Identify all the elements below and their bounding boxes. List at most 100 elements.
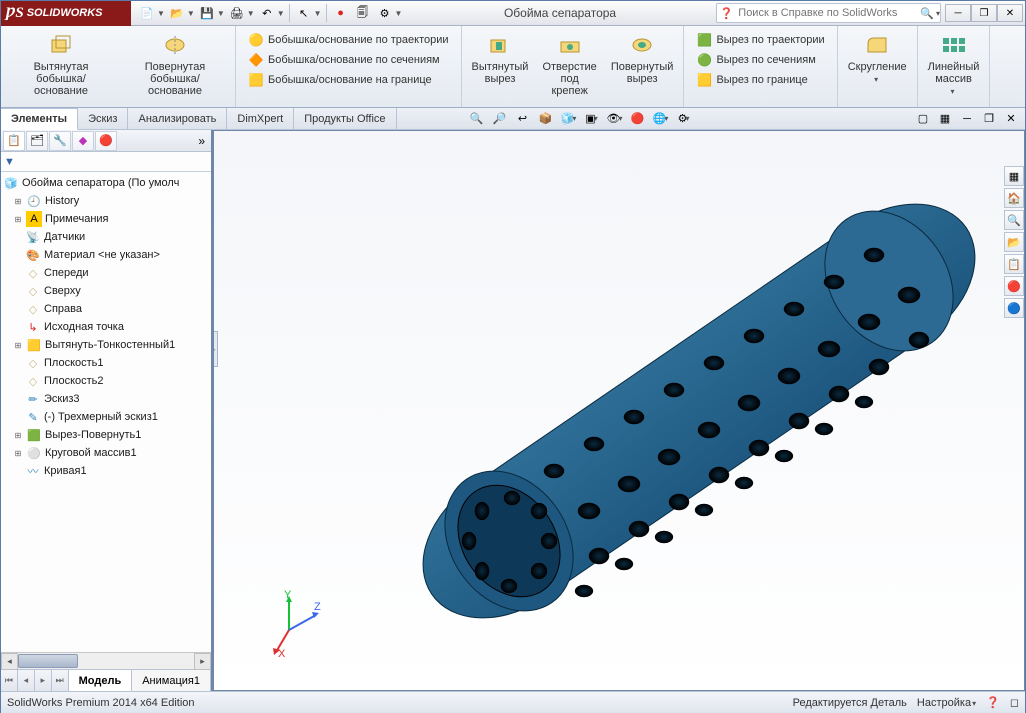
tab-office[interactable]: Продукты Office [294, 108, 396, 129]
panel-hscrollbar[interactable]: ◂ ▸ [1, 652, 211, 669]
tree-curve1[interactable]: 〰Кривая1 [1, 462, 211, 480]
taskpane-forum-button[interactable]: 🔵 [1004, 298, 1024, 318]
swept-cut-button[interactable]: 🟩Вырез по траектории [694, 31, 826, 49]
dropdown-icon[interactable]: ▼ [187, 9, 195, 18]
multi-view-button[interactable]: ▦ [935, 110, 955, 128]
linear-pattern-button[interactable]: Линейный массив ▾ [924, 29, 984, 98]
tree-sensors[interactable]: 📡Датчики [1, 228, 211, 246]
tree-3dsketch[interactable]: ✎(-) Трехмерный эскиз1 [1, 408, 211, 426]
search-input[interactable] [736, 5, 916, 21]
tab-nav-last[interactable]: ⏭ [52, 670, 69, 691]
boundary-cut-button[interactable]: 🟨Вырез по границе [694, 71, 826, 89]
print-button[interactable]: 🖨 [227, 3, 247, 23]
lofted-cut-button[interactable]: 🟢Вырез по сечениям [694, 51, 826, 69]
open-file-button[interactable]: 📂 [167, 3, 187, 23]
expand-icon[interactable]: ⊞ [13, 214, 23, 224]
tree-history[interactable]: ⊞🕘History [1, 192, 211, 210]
single-view-button[interactable]: ▢ [913, 110, 933, 128]
apply-scene-button[interactable]: 🌐▾ [651, 110, 671, 128]
expand-icon[interactable]: ⊞ [13, 448, 23, 458]
help-search-box[interactable]: ❓ 🔍 ▾ [716, 3, 941, 23]
tree-sketch3[interactable]: ✏Эскиз3 [1, 390, 211, 408]
taskpane-view-palette-button[interactable]: 📂 [1004, 232, 1024, 252]
status-rebuild-button[interactable]: ◻ [1010, 696, 1019, 709]
options-button[interactable]: 🗐 [353, 3, 373, 23]
taskpane-custom-button[interactable]: 🔴 [1004, 276, 1024, 296]
tab-dimxpert[interactable]: DimXpert [227, 108, 294, 129]
filter-icon[interactable]: ▼ [4, 156, 15, 168]
fm-tab-dimxpert[interactable]: ◆ [72, 131, 94, 151]
close-button[interactable]: ✕ [997, 4, 1023, 22]
search-submit-button[interactable]: 🔍 [916, 7, 938, 20]
revolved-cut-button[interactable]: Повернутый вырез [607, 29, 678, 99]
tree-root[interactable]: 🧊Обойма сепаратора (По умолч [1, 174, 211, 192]
panel-splitter-handle[interactable]: ▸ [213, 331, 218, 367]
tree-plane1[interactable]: ◇Плоскость1 [1, 354, 211, 372]
dropdown-icon[interactable]: ▾ [951, 87, 955, 96]
rebuild-button[interactable]: ● [331, 3, 351, 23]
scroll-thumb[interactable] [18, 654, 78, 668]
tab-features[interactable]: Элементы [1, 108, 78, 130]
tree-origin[interactable]: ↳Исходная точка [1, 318, 211, 336]
hole-wizard-button[interactable]: Отверстие под крепеж [538, 29, 600, 99]
new-file-button[interactable]: 📄 [137, 3, 157, 23]
scroll-right-button[interactable]: ▸ [194, 653, 211, 670]
tab-evaluate[interactable]: Анализировать [128, 108, 227, 129]
settings-button[interactable]: ⚙ [375, 3, 395, 23]
fm-tab-tree[interactable]: 📋 [3, 131, 25, 151]
tree-top-plane[interactable]: ◇Сверху [1, 282, 211, 300]
mdi-minimize-button[interactable]: ─ [957, 110, 977, 128]
fm-tab-property[interactable]: 🗂 [26, 131, 48, 151]
edit-appearance-button[interactable]: 🔴 [628, 110, 648, 128]
taskpane-explorer-button[interactable]: 🔍 [1004, 210, 1024, 230]
flyout-expand-button[interactable]: » [194, 134, 209, 148]
tree-cut-revolve[interactable]: ⊞🟩Вырез-Повернуть1 [1, 426, 211, 444]
view-orientation-button[interactable]: 🧊▾ [559, 110, 579, 128]
tab-sketch[interactable]: Эскиз [78, 108, 128, 129]
zoom-fit-button[interactable]: 🔍 [467, 110, 487, 128]
minimize-button[interactable]: ─ [945, 4, 971, 22]
tab-nav-first[interactable]: ⏮ [1, 670, 18, 691]
expand-icon[interactable]: ⊞ [13, 340, 23, 350]
revolved-boss-button[interactable]: Повернутая бобышка/основание [121, 29, 229, 99]
tree-annotations[interactable]: ⊞AПримечания [1, 210, 211, 228]
tree-circ-pattern[interactable]: ⊞⚪Круговой массив1 [1, 444, 211, 462]
dropdown-icon[interactable]: ▼ [217, 9, 225, 18]
dropdown-icon[interactable]: ▼ [395, 9, 403, 18]
dropdown-icon[interactable]: ▼ [157, 9, 165, 18]
tree-material[interactable]: 🎨Материал <не указан> [1, 246, 211, 264]
dropdown-icon[interactable]: ▾ [874, 75, 878, 84]
lofted-boss-button[interactable]: 🔶Бобышка/основание по сечениям [246, 51, 451, 69]
dropdown-icon[interactable]: ▼ [314, 9, 322, 18]
taskpane-appearances-button[interactable]: 📋 [1004, 254, 1024, 274]
tree-front-plane[interactable]: ◇Спереди [1, 264, 211, 282]
section-view-button[interactable]: 📦 [536, 110, 556, 128]
tab-nav-next[interactable]: ▸ [35, 670, 52, 691]
orientation-triad[interactable]: Y Z X [254, 590, 324, 660]
mdi-restore-button[interactable]: ❐ [979, 110, 999, 128]
status-help-button[interactable]: ❓ [986, 696, 1000, 709]
tree-right-plane[interactable]: ◇Справа [1, 300, 211, 318]
view-settings-button[interactable]: ⚙▾ [674, 110, 694, 128]
swept-boss-button[interactable]: 🟡Бобышка/основание по траектории [246, 31, 451, 49]
dropdown-icon[interactable]: ▼ [277, 9, 285, 18]
extruded-boss-button[interactable]: Вытянутая бобышка/основание [7, 29, 115, 99]
tab-model[interactable]: Модель [69, 670, 133, 691]
tab-animation[interactable]: Анимация1 [132, 670, 211, 691]
taskpane-library-button[interactable]: 🏠 [1004, 188, 1024, 208]
boundary-boss-button[interactable]: 🟨Бобышка/основание на границе [246, 71, 451, 89]
mdi-close-button[interactable]: ✕ [1001, 110, 1021, 128]
tree-extrude-thin[interactable]: ⊞🟨Вытянуть-Тонкостенный1 [1, 336, 211, 354]
undo-button[interactable]: ↶ [257, 3, 277, 23]
select-button[interactable]: ↖ [294, 3, 314, 23]
tab-nav-prev[interactable]: ◂ [18, 670, 35, 691]
fm-tab-display[interactable]: 🔴 [95, 131, 117, 151]
save-button[interactable]: 💾 [197, 3, 217, 23]
graphics-viewport[interactable]: ▸ [213, 130, 1025, 691]
fm-tab-config[interactable]: 🔧 [49, 131, 71, 151]
expand-icon[interactable]: ⊞ [13, 430, 23, 440]
expand-icon[interactable]: ⊞ [13, 196, 23, 206]
fillet-button[interactable]: Скругление ▾ [844, 29, 911, 86]
dropdown-icon[interactable]: ▾ [936, 9, 940, 18]
zoom-area-button[interactable]: 🔎 [490, 110, 510, 128]
